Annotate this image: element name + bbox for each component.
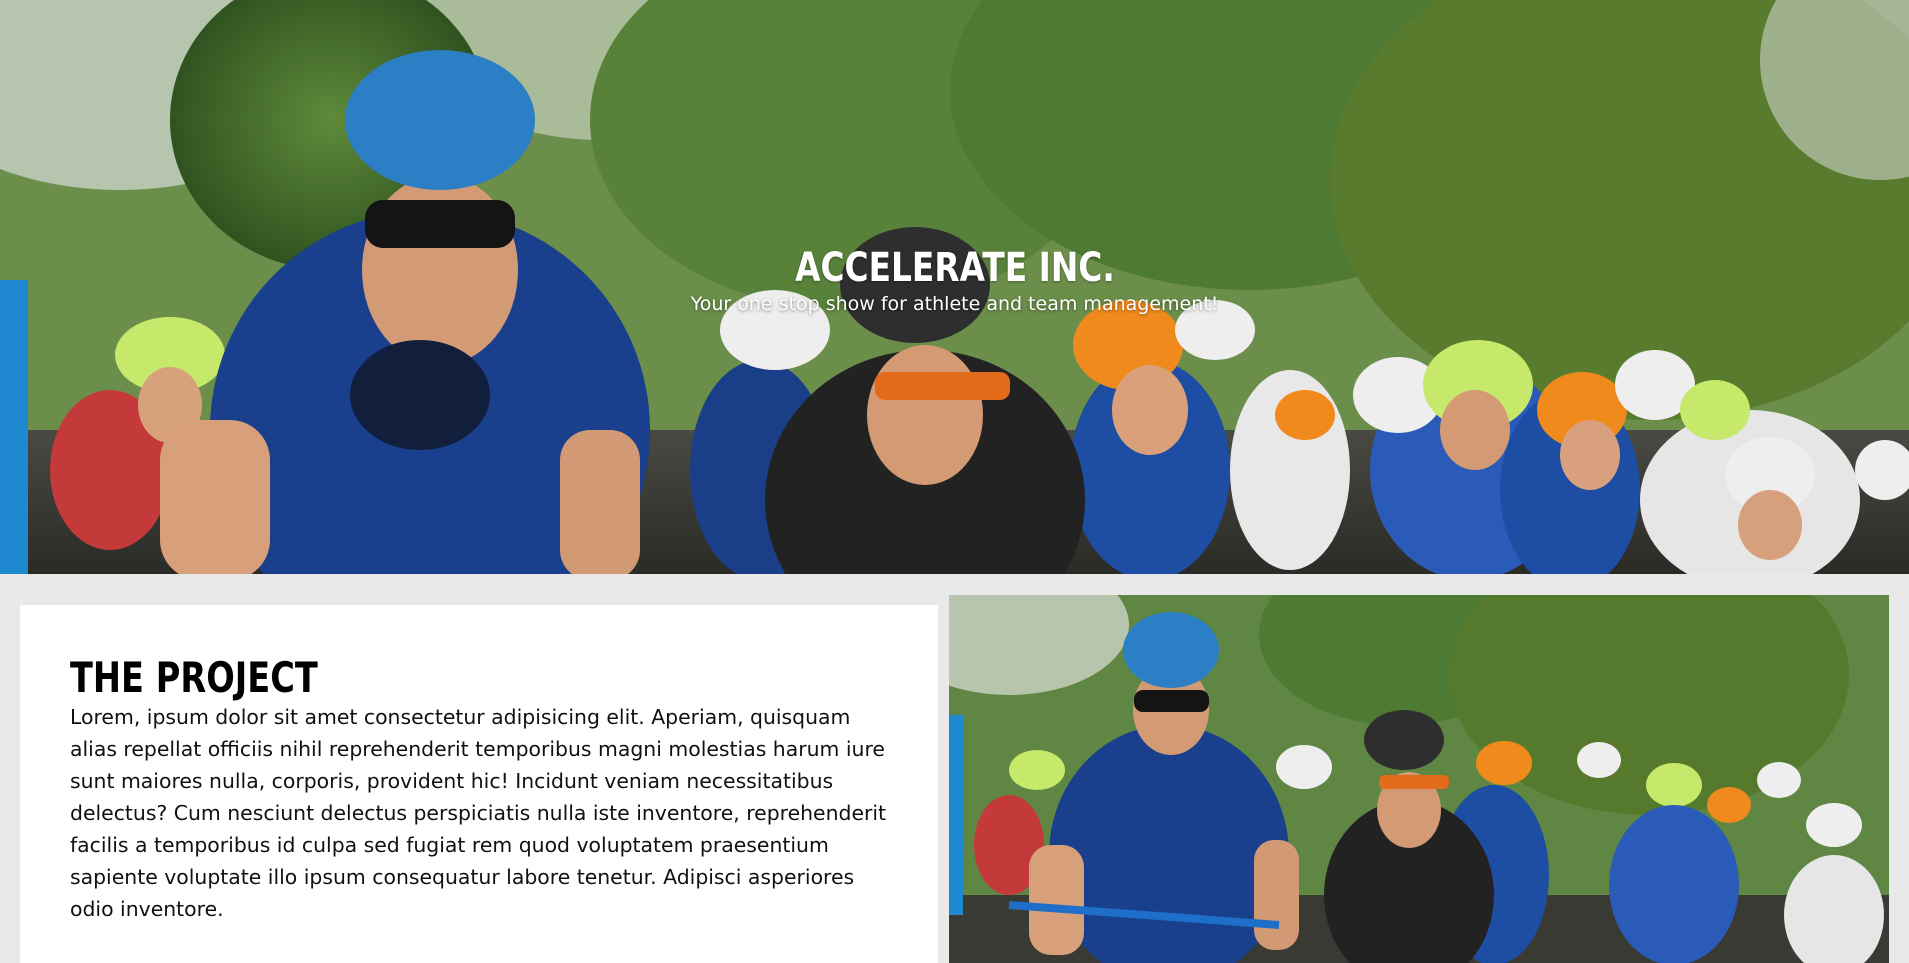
project-description: Lorem, ipsum dolor sit amet consectetur … xyxy=(70,705,887,921)
project-image xyxy=(949,595,1889,963)
project-card: THE PROJECT Lorem, ipsum dolor sit amet … xyxy=(20,605,938,963)
project-cyclists-photo xyxy=(949,595,1889,963)
hero-text: ACCELERATE INC. Your one stop show for a… xyxy=(0,246,1909,316)
hero-title: ACCELERATE INC. xyxy=(794,245,1115,291)
hero-subtitle: Your one stop show for athlete and team … xyxy=(690,293,1219,315)
project-title: THE PROJECT xyxy=(70,653,318,702)
hero-banner: ACCELERATE INC. Your one stop show for a… xyxy=(0,0,1909,574)
